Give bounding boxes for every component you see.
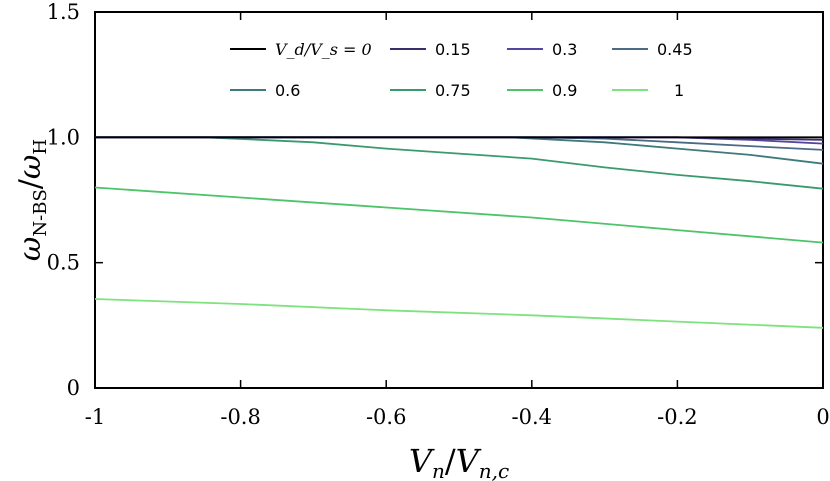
ticks: -1 -0.8 -0.6 -0.4 -0.2 0 0 0.5 1.0 1.5: [47, 0, 830, 429]
plot-frame: [94, 11, 824, 389]
x-tick-label: -1: [85, 405, 105, 429]
x-tick-label: 0: [816, 405, 829, 429]
legend-label: 0.6: [275, 81, 300, 100]
series-line: [94, 186, 824, 244]
series-line: [95, 136, 824, 165]
legend: V_d/V_s = 0 0.15 0.3 0.45 0.6 0.75 0.9 1: [230, 40, 693, 100]
x-tick-label: -0.8: [220, 405, 261, 429]
x-tick-label: -0.4: [512, 405, 553, 429]
y-tick-label: 1.5: [47, 0, 80, 24]
x-axis-label: Vn/Vn,c: [409, 442, 509, 481]
y-axis-label: ωN-BS/ωH: [13, 139, 51, 261]
legend-label: 0.9: [552, 81, 577, 100]
legend-label: 0.75: [435, 81, 471, 100]
chart: -1 -0.8 -0.6 -0.4 -0.2 0 0 0.5 1.0 1.5 V_d/V_s = …: [13, 0, 830, 481]
y-tick-label: 0.5: [47, 251, 80, 275]
series-line: [94, 298, 824, 329]
legend-label: V_d/V_s = 0: [275, 40, 372, 59]
series-layer: [94, 136, 824, 329]
y-tick-label: 1.0: [47, 125, 80, 149]
legend-label: 0.45: [657, 40, 693, 59]
x-tick-label: -0.2: [657, 405, 698, 429]
legend-label: 0.15: [435, 40, 471, 59]
y-tick-label: 0: [67, 376, 80, 400]
legend-label: 0.3: [552, 40, 577, 59]
legend-label: 1: [674, 81, 684, 100]
x-tick-label: -0.6: [366, 405, 407, 429]
